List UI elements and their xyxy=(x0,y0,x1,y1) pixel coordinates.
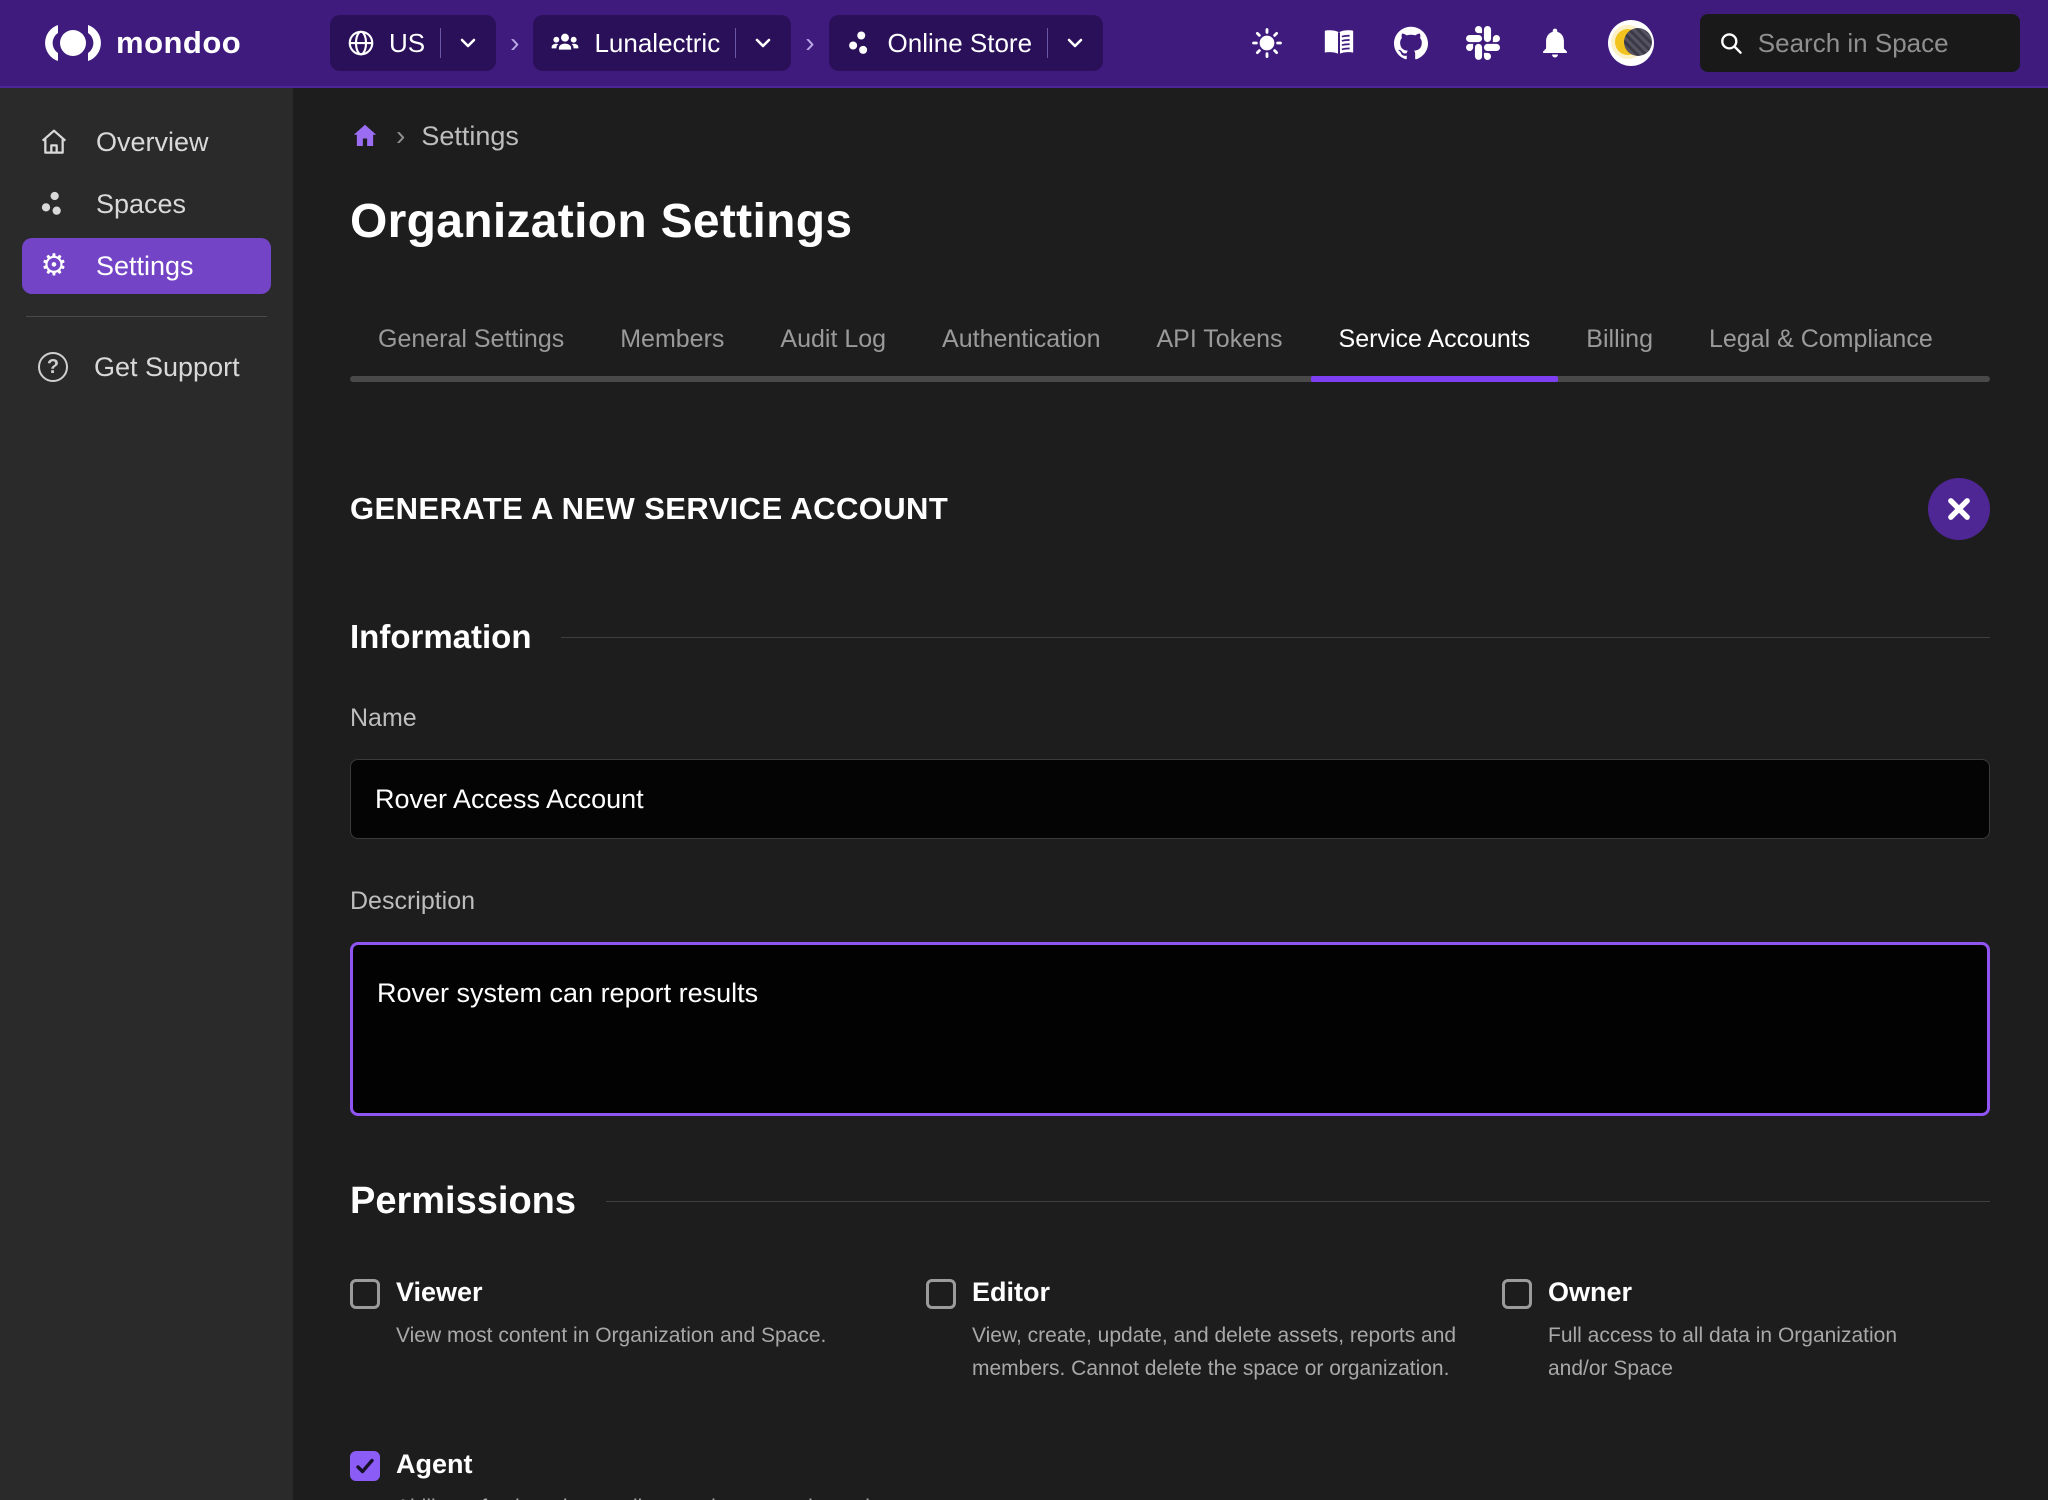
people-group-icon xyxy=(549,27,581,59)
gear-icon: ⚙ xyxy=(38,251,70,281)
name-input[interactable] xyxy=(350,759,1990,839)
space-dots-icon xyxy=(845,28,875,58)
permission-label: Editor xyxy=(972,1277,1462,1308)
search-input[interactable] xyxy=(1758,28,2002,59)
region-label: US xyxy=(389,28,425,59)
editor-checkbox[interactable] xyxy=(926,1279,956,1309)
page-title: Organization Settings xyxy=(350,194,1990,249)
breadcrumb-current: Settings xyxy=(421,121,519,152)
spaces-dots-icon xyxy=(38,188,70,220)
theme-brightness-icon[interactable] xyxy=(1248,24,1286,62)
sidebar-item-spaces[interactable]: Spaces xyxy=(22,176,271,232)
tab-authentication[interactable]: Authentication xyxy=(914,311,1128,376)
description-field-label: Description xyxy=(350,887,1990,916)
section-divider xyxy=(606,1201,1990,1202)
mondoo-logo-icon xyxy=(44,23,102,63)
section-divider xyxy=(561,637,1990,638)
permission-option-owner: Owner Full access to all data in Organiz… xyxy=(1502,1277,1990,1385)
chevron-down-icon[interactable] xyxy=(456,31,480,55)
sidebar: Overview Spaces ⚙ Settings ? Get Support xyxy=(0,88,293,1500)
permission-label: Owner xyxy=(1548,1277,1950,1308)
space-selector[interactable]: Online Store xyxy=(829,15,1104,71)
logo-wordmark: mondoo xyxy=(116,25,241,61)
permission-label: Agent xyxy=(396,1449,886,1480)
agent-checkbox[interactable] xyxy=(350,1451,380,1481)
tab-service-accounts[interactable]: Service Accounts xyxy=(1311,311,1559,376)
name-field-label: Name xyxy=(350,704,1990,733)
pill-separator: › xyxy=(801,27,818,59)
mondoo-logo[interactable]: mondoo xyxy=(44,23,296,63)
sidebar-divider xyxy=(26,316,267,317)
organization-label: Lunalectric xyxy=(594,28,720,59)
sidebar-item-overview[interactable]: Overview xyxy=(22,114,271,170)
tab-api-tokens[interactable]: API Tokens xyxy=(1129,311,1311,376)
breadcrumb-home-icon[interactable] xyxy=(350,121,380,151)
tab-members[interactable]: Members xyxy=(592,311,752,376)
topbar-actions xyxy=(1248,14,2020,72)
chevron-down-icon[interactable] xyxy=(751,31,775,55)
search-icon xyxy=(1718,28,1744,58)
description-input[interactable] xyxy=(350,942,1990,1116)
permission-description: View most content in Organization and Sp… xyxy=(396,1320,826,1353)
information-section-title: Information xyxy=(350,618,531,656)
docs-book-icon[interactable] xyxy=(1320,24,1358,62)
sidebar-item-label: Settings xyxy=(96,251,194,282)
sidebar-item-label: Spaces xyxy=(96,189,186,220)
tab-track xyxy=(350,376,1990,382)
permission-option-agent: Agent Ability to fetch and run polices a… xyxy=(350,1449,926,1500)
permission-description: View, create, update, and delete assets,… xyxy=(972,1320,1462,1385)
sidebar-item-label: Get Support xyxy=(94,352,240,383)
home-icon xyxy=(38,126,70,158)
context-breadcrumb-pills: US › Lunalectric › Online S xyxy=(330,15,1103,71)
panel-heading: GENERATE A NEW SERVICE ACCOUNT xyxy=(350,491,948,527)
main-content: › Settings Organization Settings General… xyxy=(293,88,2048,1500)
permissions-section-title: Permissions xyxy=(350,1180,576,1223)
settings-tabs: General Settings Members Audit Log Authe… xyxy=(350,311,1990,376)
pill-separator: › xyxy=(506,27,523,59)
owner-checkbox[interactable] xyxy=(1502,1279,1532,1309)
organization-selector[interactable]: Lunalectric xyxy=(533,15,791,71)
permissions-grid: Viewer View most content in Organization… xyxy=(350,1277,1990,1500)
viewer-checkbox[interactable] xyxy=(350,1279,380,1309)
space-search[interactable] xyxy=(1700,14,2020,72)
region-selector[interactable]: US xyxy=(330,15,496,71)
sidebar-item-settings[interactable]: ⚙ Settings xyxy=(22,238,271,294)
notifications-bell-icon[interactable] xyxy=(1536,24,1574,62)
permission-option-editor: Editor View, create, update, and delete … xyxy=(926,1277,1502,1385)
user-avatar[interactable] xyxy=(1608,20,1654,66)
globe-icon xyxy=(346,28,376,58)
tab-legal-compliance[interactable]: Legal & Compliance xyxy=(1681,311,1961,376)
permission-option-viewer: Viewer View most content in Organization… xyxy=(350,1277,926,1385)
tab-audit-log[interactable]: Audit Log xyxy=(752,311,914,376)
sidebar-item-label: Overview xyxy=(96,127,209,158)
help-question-icon: ? xyxy=(38,352,68,382)
permission-label: Viewer xyxy=(396,1277,826,1308)
pill-divider xyxy=(1047,28,1048,58)
permission-description: Full access to all data in Organization … xyxy=(1548,1320,1950,1385)
sidebar-item-get-support[interactable]: ? Get Support xyxy=(22,339,271,395)
tab-billing[interactable]: Billing xyxy=(1558,311,1681,376)
top-bar: mondoo US › Lunalectric xyxy=(0,0,2048,88)
pill-divider xyxy=(735,28,736,58)
avatar-moon-graphic xyxy=(1624,28,1652,56)
breadcrumb-separator: › xyxy=(396,120,405,152)
close-panel-button[interactable] xyxy=(1928,478,1990,540)
chevron-down-icon[interactable] xyxy=(1063,31,1087,55)
permission-description: Ability to fetch and run polices and que… xyxy=(396,1492,886,1500)
space-label: Online Store xyxy=(888,28,1033,59)
breadcrumb: › Settings xyxy=(350,120,1990,152)
tab-general-settings[interactable]: General Settings xyxy=(350,311,592,376)
pill-divider xyxy=(440,28,441,58)
close-icon xyxy=(1945,495,1973,523)
github-icon[interactable] xyxy=(1392,24,1430,62)
slack-icon[interactable] xyxy=(1464,24,1502,62)
